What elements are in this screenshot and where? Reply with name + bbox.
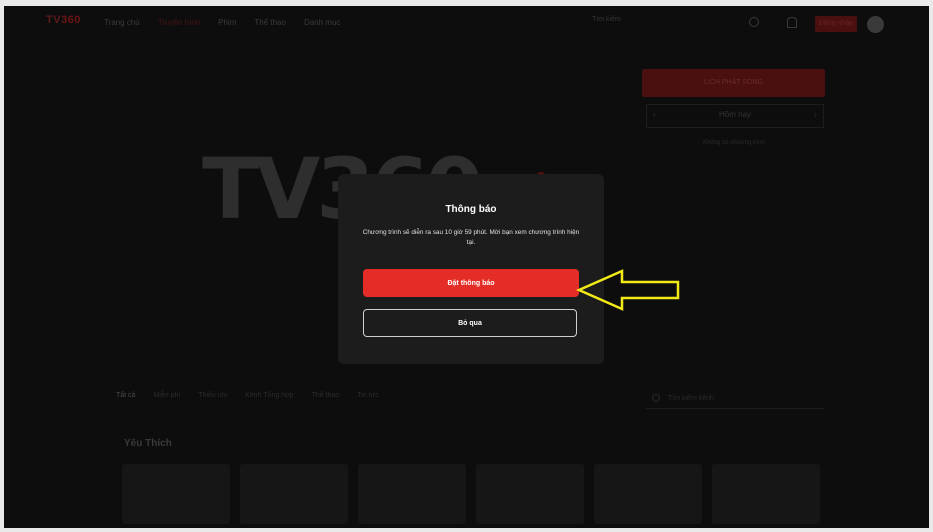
logo-accent: 360 [61, 14, 81, 26]
avatar[interactable] [867, 16, 884, 33]
schedule-day-selector: ‹ Hôm nay › [646, 104, 824, 128]
search-icon [652, 394, 660, 402]
channel-search-input[interactable]: Tìm kiếm kênh [646, 390, 824, 409]
notification-dialog: Thông báo Chương trình sẽ diễn ra sau 10… [338, 174, 604, 364]
nav-item-movies[interactable]: Phim [218, 18, 236, 27]
login-button[interactable]: Đăng nhập [815, 16, 857, 32]
filter-sports[interactable]: Thể thao [312, 392, 340, 399]
favorites-list [122, 464, 820, 524]
favorites-title: Yêu Thích [124, 438, 172, 449]
brand-logo[interactable]: TV360 [46, 14, 81, 26]
filter-kids[interactable]: Thiếu nhi [198, 392, 227, 399]
nav-item-tv[interactable]: Truyền hình [158, 18, 200, 27]
nav-item-home[interactable]: Trang chủ [104, 18, 140, 27]
channel-card[interactable] [358, 464, 466, 524]
bell-icon[interactable] [787, 17, 797, 28]
filter-free[interactable]: Miễn phí [153, 392, 180, 399]
app-screen: TV360 Trang chủ Truyền hình Phim Thể tha… [4, 6, 929, 528]
search-icon[interactable] [749, 17, 759, 27]
main-nav: Trang chủ Truyền hình Phim Thể thao Danh… [104, 18, 340, 27]
filter-news[interactable]: Tin tức [357, 392, 379, 399]
channel-card[interactable] [240, 464, 348, 524]
channel-card[interactable] [712, 464, 820, 524]
channel-card[interactable] [122, 464, 230, 524]
schedule-button[interactable]: LỊCH PHÁT SÓNG [642, 69, 825, 97]
channel-filters: Tất cả Miễn phí Thiếu nhi Kênh Tổng hợp … [116, 392, 379, 399]
top-navigation: TV360 Trang chủ Truyền hình Phim Thể tha… [4, 6, 929, 40]
arrow-annotation-icon [575, 269, 680, 311]
search-input[interactable]: Tìm kiếm [592, 16, 702, 30]
filter-all[interactable]: Tất cả [116, 392, 135, 399]
logo-prefix: TV [46, 14, 62, 26]
nav-item-categories[interactable]: Danh mục [304, 18, 340, 27]
schedule-day-label: Hôm nay [718, 110, 751, 119]
nav-item-sports[interactable]: Thể thao [254, 18, 286, 27]
skip-button[interactable]: Bỏ qua [363, 309, 577, 337]
dialog-title: Thông báo [445, 204, 497, 215]
channel-card[interactable] [594, 464, 702, 524]
schedule-empty-text: Không có chương trình [703, 140, 765, 146]
channel-card[interactable] [476, 464, 584, 524]
filter-general[interactable]: Kênh Tổng hợp [245, 392, 293, 399]
set-reminder-button[interactable]: Đặt thông báo [363, 269, 579, 297]
chevron-right-icon[interactable]: › [814, 110, 817, 119]
channel-search-placeholder: Tìm kiếm kênh [668, 395, 714, 402]
dialog-message: Chương trình sẽ diễn ra sau 10 giờ 59 ph… [362, 229, 580, 246]
